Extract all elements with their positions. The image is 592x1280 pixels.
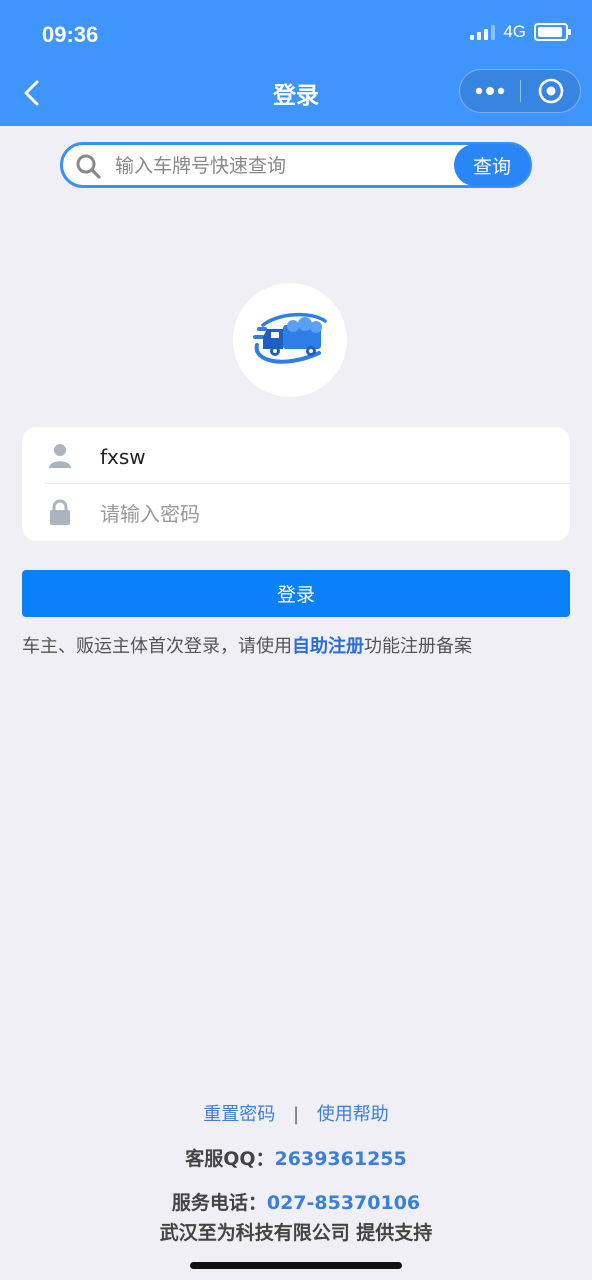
password-input[interactable]	[98, 496, 542, 532]
company-credit: 武汉至为科技有限公司 提供支持	[159, 1222, 433, 1244]
notice-suffix: 功能注册备案	[364, 636, 472, 657]
status-time: 09:36	[42, 22, 99, 47]
status-indicators: 4G	[470, 22, 571, 42]
notice-prefix: 车主、贩运主体首次登录，请使用	[22, 636, 292, 657]
home-indicator[interactable]	[190, 1262, 402, 1269]
login-form	[22, 427, 570, 541]
qq-number[interactable]: 2639361255	[275, 1148, 407, 1170]
top-bar: 09:36 4G 登录	[0, 0, 592, 126]
more-dots-icon	[475, 87, 505, 95]
username-row	[22, 427, 570, 483]
support-phone: 服务电话：027-85370106	[0, 1188, 592, 1215]
battery-icon	[534, 23, 571, 41]
close-mini-program-button[interactable]	[521, 70, 580, 112]
search-icon	[76, 154, 101, 179]
footer-separator: |	[292, 1104, 300, 1125]
network-type: 4G	[503, 22, 526, 41]
search-button[interactable]: 查询	[454, 144, 530, 186]
lock-icon	[50, 499, 70, 525]
phone-label: 服务电话：	[171, 1192, 267, 1214]
capsule-close-icon	[538, 78, 563, 104]
support-qq: 客服QQ：2639361255	[0, 1144, 592, 1171]
truck-logo-icon	[253, 312, 327, 364]
signal-icon	[470, 24, 496, 40]
phone-number[interactable]: 027-85370106	[267, 1192, 420, 1214]
app-logo	[233, 283, 347, 397]
mini-program-capsule	[459, 69, 581, 113]
user-icon	[49, 444, 71, 468]
plate-search-input[interactable]	[113, 149, 457, 183]
login-button[interactable]: 登录	[22, 570, 570, 617]
self-register-link[interactable]: 自助注册	[292, 636, 364, 657]
reset-password-link[interactable]: 重置密码	[203, 1104, 275, 1125]
footer-links: 重置密码 | 使用帮助	[0, 1100, 592, 1126]
password-row	[22, 484, 570, 540]
help-link[interactable]: 使用帮助	[317, 1104, 389, 1125]
plate-search-bar: 查询	[60, 142, 532, 188]
more-button[interactable]	[460, 70, 520, 112]
username-input[interactable]	[98, 439, 542, 475]
registration-notice: 车主、贩运主体首次登录，请使用自助注册功能注册备案	[22, 632, 472, 658]
qq-label: 客服QQ：	[185, 1148, 275, 1170]
